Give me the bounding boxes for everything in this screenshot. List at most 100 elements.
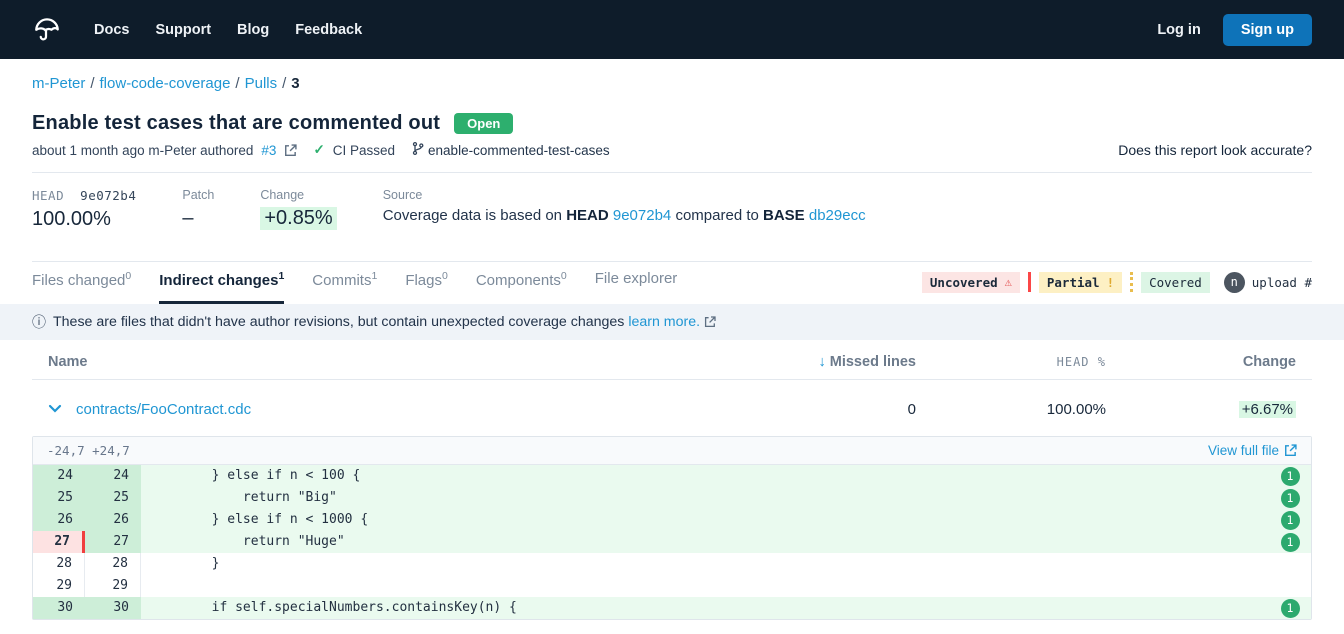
source-label: Source [383, 188, 866, 202]
col-missed-lines[interactable]: ↓ Missed lines [746, 354, 916, 370]
nav-feedback[interactable]: Feedback [295, 22, 362, 38]
upload-hit-badge[interactable]: 1 [1281, 489, 1300, 508]
tab-file-explorer[interactable]: File explorer [595, 270, 678, 304]
external-link-icon [1284, 444, 1297, 457]
stat-change: Change +0.85% [260, 188, 336, 231]
legend-upload: n upload # [1224, 272, 1312, 293]
diff-line[interactable]: 2727 return "Huge" 1 [33, 531, 1311, 553]
stat-source: Source Coverage data is based on HEAD 9e… [383, 188, 866, 231]
change-value: +6.67% [1239, 401, 1296, 418]
old-line-number: 26 [33, 509, 85, 531]
git-branch-icon [411, 141, 425, 159]
info-icon: ⓘ [32, 312, 46, 332]
codecov-logo-icon[interactable] [32, 15, 62, 45]
code-content: } else if n < 1000 { [141, 509, 1269, 531]
tab-flags[interactable]: Flags0 [405, 270, 448, 304]
tab-indirect-changes[interactable]: Indirect changes1 [159, 270, 284, 304]
old-line-number: 28 [33, 553, 85, 575]
col-head-pct[interactable]: HEAD % [916, 355, 1106, 369]
signup-button[interactable]: Sign up [1223, 14, 1312, 46]
code-content [141, 575, 1269, 597]
hunk-header: -24,7 +24,7 [47, 443, 130, 458]
diff-line[interactable]: 2525 return "Big" 1 [33, 487, 1311, 509]
nav-docs[interactable]: Docs [94, 22, 129, 38]
files-table-header: Name ↓ Missed lines HEAD % Change [32, 340, 1312, 380]
legend-uncovered: Uncovered⚠ [922, 272, 1020, 293]
learn-more-link[interactable]: learn more. [628, 314, 700, 330]
col-name[interactable]: Name [48, 354, 746, 370]
branch-name: enable-commented-test-cases [428, 143, 610, 158]
breadcrumb-repo[interactable]: flow-code-coverage [100, 75, 231, 92]
breadcrumb: m-Peter/flow-code-coverage/Pulls/3 [32, 75, 1312, 92]
breadcrumb-owner[interactable]: m-Peter [32, 75, 85, 92]
head-pct-value: 100.00% [916, 401, 1106, 418]
head-sha: 9e072b4 [80, 188, 136, 203]
table-row: contracts/FooContract.cdc 0 100.00% +6.6… [32, 380, 1312, 434]
new-line-number: 30 [85, 597, 141, 619]
upload-hit-badge[interactable]: 1 [1281, 533, 1300, 552]
stat-patch: Patch – [182, 188, 214, 231]
col-change[interactable]: Change [1106, 354, 1296, 370]
nav-support[interactable]: Support [155, 22, 211, 38]
external-link-icon[interactable] [284, 143, 297, 158]
upload-count-icon: n [1224, 272, 1245, 293]
diff-line[interactable]: 2626 } else if n < 1000 { 1 [33, 509, 1311, 531]
new-line-number: 26 [85, 509, 141, 531]
old-line-number-uncovered: 27 [33, 531, 85, 553]
code-content: return "Big" [141, 487, 1269, 509]
change-label: Change [260, 188, 336, 202]
new-line-number: 25 [85, 487, 141, 509]
old-line-number: 30 [33, 597, 85, 619]
upload-hit-badge[interactable]: 1 [1281, 511, 1300, 530]
source-base-sha-link[interactable]: db29ecc [809, 207, 866, 224]
chevron-down-icon[interactable] [48, 400, 62, 418]
uncovered-bar-icon [1028, 272, 1031, 292]
diff-line[interactable]: 2929 [33, 575, 1311, 597]
diff-line[interactable]: 3030 if self.specialNumbers.containsKey(… [33, 597, 1311, 619]
source-description: Coverage data is based on HEAD 9e072b4 c… [383, 207, 866, 224]
pr-number-link[interactable]: #3 [261, 143, 276, 158]
tab-commits[interactable]: Commits1 [312, 270, 377, 304]
head-coverage-value: 100.00% [32, 208, 136, 231]
code-content: if self.specialNumbers.containsKey(n) { [141, 597, 1269, 619]
diff-line[interactable]: 2828 } [33, 553, 1311, 575]
patch-value: – [182, 207, 214, 230]
new-line-number: 24 [85, 465, 141, 487]
source-head-sha-link[interactable]: 9e072b4 [613, 207, 671, 224]
upload-hit-badge[interactable]: 1 [1281, 467, 1300, 486]
page-title: Enable test cases that are commented out [32, 112, 440, 135]
head-label: HEAD [32, 188, 64, 203]
old-line-number: 25 [33, 487, 85, 509]
top-navbar: Docs Support Blog Feedback Log in Sign u… [0, 0, 1344, 59]
upload-hit-badge[interactable]: 1 [1281, 599, 1300, 618]
coverage-summary: HEAD 9e072b4 100.00% Patch – Change +0.8… [32, 173, 1312, 248]
new-line-number: 27 [85, 531, 141, 553]
tab-bar: Files changed0 Indirect changes1 Commits… [32, 270, 677, 304]
external-link-icon[interactable] [704, 314, 716, 330]
code-content: } [141, 553, 1269, 575]
login-link[interactable]: Log in [1157, 22, 1201, 38]
legend-covered: Covered [1141, 272, 1210, 293]
nav-blog[interactable]: Blog [237, 22, 269, 38]
diff-line[interactable]: 2424 } else if n < 100 {1 [33, 465, 1311, 487]
tab-components[interactable]: Components0 [476, 270, 567, 304]
file-name-link[interactable]: contracts/FooContract.cdc [76, 401, 251, 418]
sort-arrow-icon: ↓ [818, 354, 825, 370]
pr-meta-text: about 1 month ago m-Peter authored [32, 143, 253, 158]
patch-label: Patch [182, 188, 214, 202]
tab-files-changed[interactable]: Files changed0 [32, 270, 131, 304]
view-full-file-link[interactable]: View full file [1208, 443, 1297, 458]
legend-partial: Partial! [1039, 272, 1122, 293]
info-banner: ⓘ These are files that didn't have autho… [0, 304, 1344, 340]
breadcrumb-pr-number: 3 [291, 75, 299, 92]
report-accuracy-question[interactable]: Does this report look accurate? [1118, 142, 1312, 158]
ci-check-icon: ✓ [313, 142, 324, 158]
change-value: +0.85% [260, 207, 336, 230]
breadcrumb-pulls[interactable]: Pulls [245, 75, 278, 92]
new-line-number: 29 [85, 575, 141, 597]
coverage-legend: Uncovered⚠ Partial! Covered n upload # [922, 272, 1312, 303]
code-content: return "Huge" [141, 531, 1269, 553]
stat-head: HEAD 9e072b4 100.00% [32, 188, 136, 231]
missed-lines-value: 0 [746, 401, 916, 418]
warning-icon: ⚠ [1005, 275, 1012, 289]
